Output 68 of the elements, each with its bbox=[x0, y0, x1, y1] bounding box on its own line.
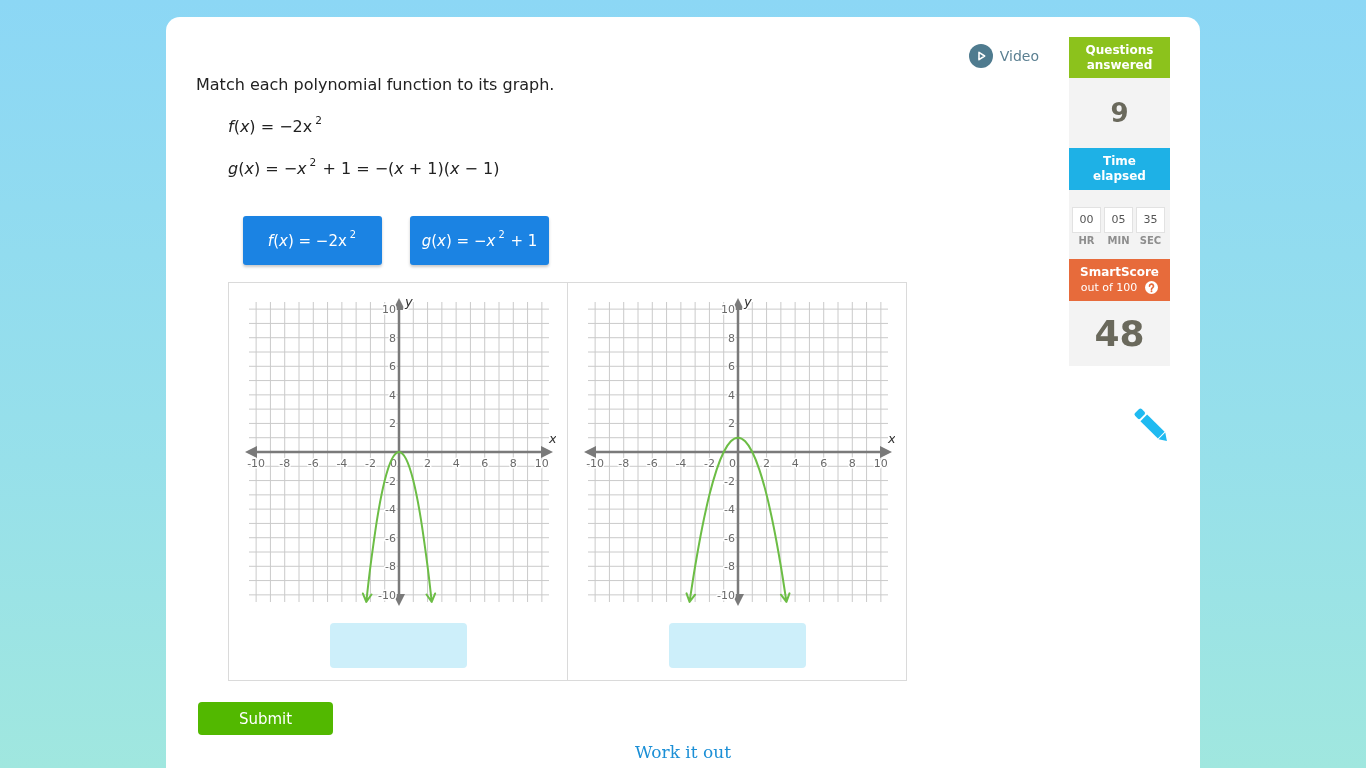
axis-tick-label: 8 bbox=[389, 331, 396, 345]
axis-tick-label: 2 bbox=[389, 417, 396, 431]
axis-tick-label: -4 bbox=[675, 457, 687, 470]
axis-tick-label: -10 bbox=[247, 457, 266, 470]
axis-tick-label: 10 bbox=[873, 457, 888, 470]
answer-tile[interactable]: g(x) = −x$^{2}$ + 1 bbox=[410, 216, 549, 265]
axis-tick-label: -4 bbox=[385, 503, 396, 517]
axis-tick-label: 8 bbox=[509, 457, 517, 470]
axis-tick-label: -2 bbox=[724, 474, 735, 488]
axis-label: y bbox=[405, 294, 413, 309]
timer-unit-label: MIN bbox=[1106, 235, 1131, 247]
axis-tick-label: -4 bbox=[336, 457, 348, 470]
axis-tick-label: 2 bbox=[728, 417, 735, 431]
axis-tick-label: 10 bbox=[534, 457, 549, 470]
axis-tick-label: -10 bbox=[378, 588, 396, 602]
axis-tick-label: -6 bbox=[646, 457, 658, 470]
axis-tick-label: 6 bbox=[389, 360, 396, 374]
pencil-icon[interactable] bbox=[1133, 407, 1170, 444]
axis-tick-label: 8 bbox=[728, 331, 735, 345]
axis-tick-label: 6 bbox=[820, 457, 828, 470]
axis-tick-label: 8 bbox=[848, 457, 856, 470]
axis-tick-label: -2 bbox=[385, 474, 396, 488]
time-elapsed-label: Time elapsed bbox=[1069, 148, 1170, 190]
axis-label: x bbox=[549, 431, 556, 446]
axis-tick-label: -8 bbox=[618, 457, 630, 470]
smartscore-subtitle: out of 100 bbox=[1080, 280, 1138, 295]
timer-digits: 35 bbox=[1136, 207, 1165, 233]
axis-tick-label: 10 bbox=[382, 303, 396, 317]
axis-tick-label: 0 bbox=[729, 457, 736, 470]
questions-answered-label: Questions answered bbox=[1069, 37, 1170, 78]
axis-label: x bbox=[888, 431, 895, 446]
axis-tick-label: 4 bbox=[791, 457, 799, 470]
axis-tick-label: 10 bbox=[721, 303, 735, 317]
axis-tick-label: -2 bbox=[364, 457, 376, 470]
axis-tick-label: 4 bbox=[389, 388, 396, 402]
question-prompt: Match each polynomial function to its graph. bbox=[196, 75, 555, 95]
axis-tick-label: -6 bbox=[385, 531, 396, 545]
axis-tick-label: 2 bbox=[763, 457, 771, 470]
answer-tile[interactable]: f(x) = −2x$^{2}$ bbox=[243, 216, 382, 265]
timer-digits: 00 bbox=[1072, 207, 1101, 233]
work-it-out-heading: Work it out bbox=[634, 741, 732, 763]
axis-tick-label: -8 bbox=[279, 457, 291, 470]
submit-button[interactable]: Submit bbox=[198, 702, 333, 735]
axis-tick-label: -10 bbox=[586, 457, 605, 470]
equation: f(x) = −2x$^{2}$ bbox=[228, 117, 323, 137]
timer-unit-label: HR bbox=[1077, 235, 1096, 247]
timer-digits: 05 bbox=[1104, 207, 1133, 233]
axis-tick-label: 6 bbox=[728, 360, 735, 374]
axis-tick-label: 4 bbox=[728, 388, 735, 402]
axis-tick-label: -4 bbox=[724, 503, 735, 517]
axis-tick-label: -8 bbox=[724, 560, 735, 574]
axis-tick-label: -6 bbox=[307, 457, 319, 470]
axis-tick-label: -10 bbox=[717, 588, 735, 602]
axis-tick-label: -6 bbox=[724, 531, 735, 545]
axis-tick-label: 4 bbox=[452, 457, 460, 470]
timer-unit-label: SEC bbox=[1138, 235, 1163, 247]
smartscore-value: 48 bbox=[1069, 301, 1170, 366]
help-icon[interactable] bbox=[1145, 281, 1159, 294]
smartscore-title: SmartScore bbox=[1080, 265, 1159, 280]
axis-label: y bbox=[744, 294, 752, 309]
axis-tick-label: 2 bbox=[424, 457, 432, 470]
axis-tick-label: -8 bbox=[385, 560, 396, 574]
equation: g(x) = −x$^{2}$ + 1 = −(x + 1)(x − 1) bbox=[228, 159, 500, 179]
axis-tick-label: -2 bbox=[703, 457, 715, 470]
questions-answered-count: 9 bbox=[1069, 78, 1170, 148]
axis-tick-label: 6 bbox=[481, 457, 489, 470]
video-link[interactable]: Video bbox=[968, 44, 1039, 68]
play-icon bbox=[968, 44, 993, 68]
